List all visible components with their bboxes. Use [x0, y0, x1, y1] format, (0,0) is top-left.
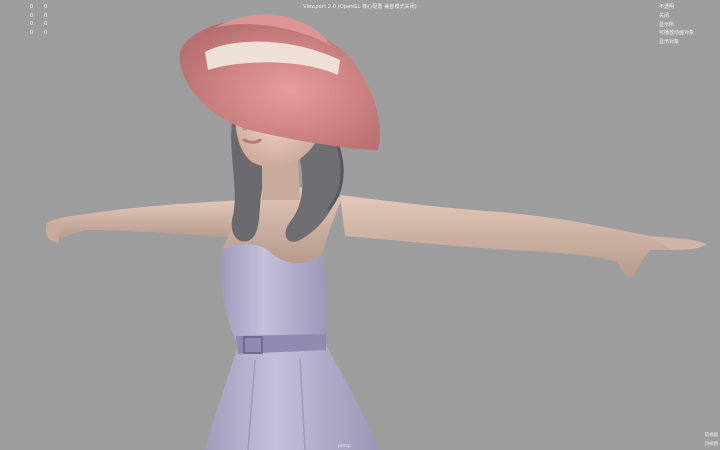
hud-right-menu: 不透明 关闭 显示所 可播放动画对象 显示对象 [659, 3, 694, 47]
hud-right-item[interactable]: 关闭 [659, 12, 694, 21]
hat [179, 14, 380, 150]
hud-stats: 00 00 00 00 [2, 3, 58, 37]
hud-right-item[interactable]: 显示所 [659, 21, 694, 30]
hud-stat-row: 00 [30, 21, 48, 27]
right-arm [340, 195, 706, 278]
view-label: 顶视图 [704, 442, 719, 447]
hud-right-item[interactable]: 显示对象 [659, 38, 694, 47]
hud-right-item[interactable]: 可播放动画对象 [659, 29, 694, 38]
hud-right-item[interactable]: 不透明 [659, 3, 694, 12]
dress [205, 243, 378, 450]
3d-viewport[interactable]: Viewport 2.0 (OpenGL 核心配置 兼容模式关闭) 00 00 … [0, 0, 720, 450]
character-model[interactable] [0, 0, 720, 450]
hud-stat-row: 00 [30, 29, 48, 36]
left-arm [45, 200, 246, 243]
camera-label: persp [338, 444, 351, 449]
viewport-title: Viewport 2.0 (OpenGL 核心配置 兼容模式关闭) [303, 4, 417, 10]
hud-stat-row: 00 [30, 12, 48, 19]
view-label: 前视图 [704, 433, 719, 438]
hud-stat-row: 00 [30, 4, 48, 10]
